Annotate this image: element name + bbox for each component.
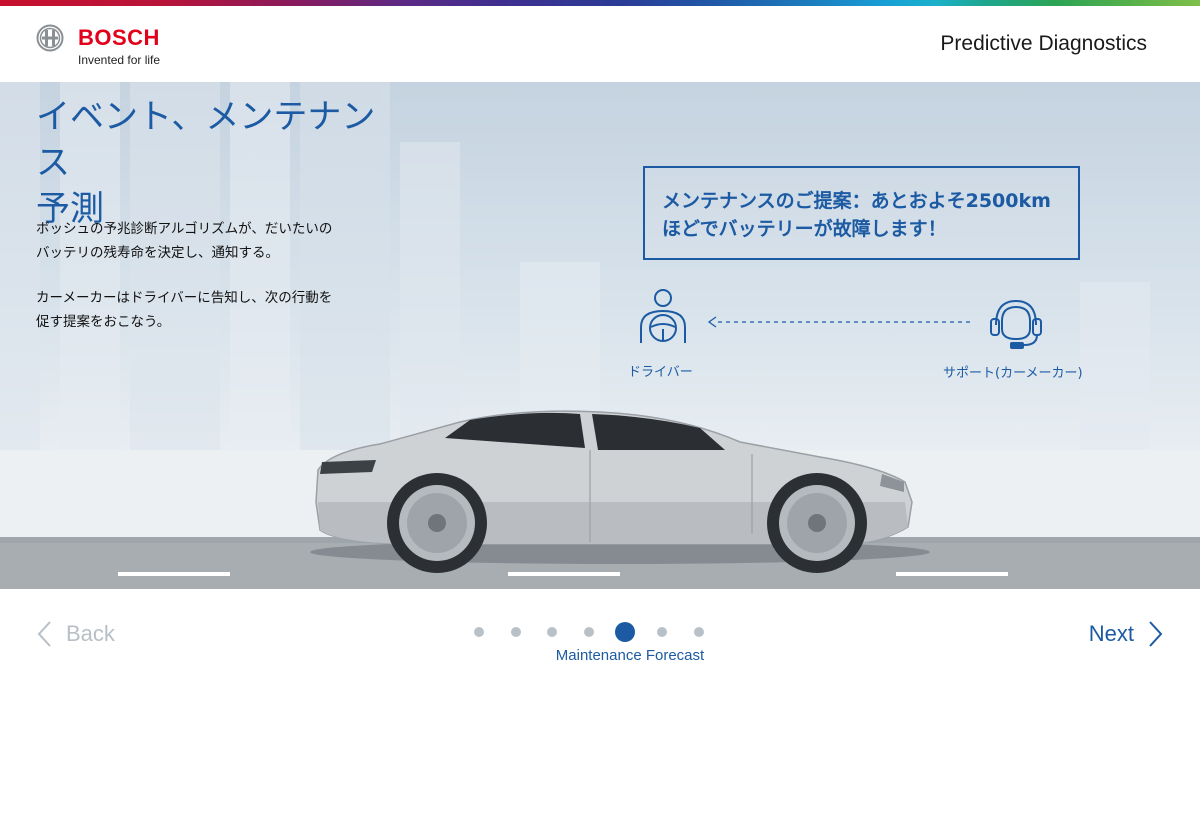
back-button[interactable]: Back [36,617,115,651]
paragraph-2-line-2: 促す提案をおこなう。 [36,314,171,330]
driver-label: ドライバー [628,365,693,380]
maintenance-alert-text: メンテナンスのご提案：あとおよそ2500km ほどでバッテリーが故障します！ [662,187,1072,243]
description-paragraph-1: ボッシュの予兆診断アルゴリズムが、だいたいの バッテリの残寿命を決定し、通知する… [36,217,366,265]
next-button[interactable]: Next [1089,617,1164,651]
bosch-logo[interactable]: BOSCH Invented for life [36,24,176,67]
pagination-dot-2[interactable] [510,627,521,637]
brand-tagline: Invented for life [78,53,161,67]
pagination-dot-6[interactable] [657,627,667,637]
description-paragraph-2: カーメーカーはドライバーに告知し、次の行動を 促す提案をおこなう。 [36,286,366,334]
maintenance-alert-box: メンテナンスのご提案：あとおよそ2500km ほどでバッテリーが故障します！ [643,166,1080,260]
pagination-dot-5-active[interactable] [615,622,635,642]
back-button-label: Back [66,621,115,646]
next-button-label: Next [1088,621,1134,646]
brand-name: BOSCH [78,25,160,50]
chevron-left-icon [37,621,51,647]
alert-line-2: ほどでバッテリーが故障します！ [662,218,947,240]
bosch-armature-icon [36,24,64,52]
slide-navigation: Back Maintenance Forecast Next [0,589,1200,823]
heading-line-1: イベント、メンテナンス [36,97,376,183]
driver-steering-wheel-icon [640,289,686,343]
paragraph-2-line-1: カーメーカーはドライバーに告知し、次の行動を [36,290,333,306]
app-title: Predictive Diagnostics [940,32,1147,55]
alert-line-1: メンテナンスのご提案：あとおよそ2500km [662,190,1051,212]
header: BOSCH Invented for life Predictive Diagn… [0,6,1200,82]
support-label: サポート(カーメーカー) [943,366,1083,381]
slide-heading: イベント、メンテナンス 予測 [36,94,396,232]
paragraph-1-line-1: ボッシュの予兆診断アルゴリズムが、だいたいの [36,221,333,237]
paragraph-1-line-2: バッテリの残寿命を決定し、通知する。 [36,245,279,261]
current-step-label: Maintenance Forecast [555,647,705,664]
headset-support-icon [990,299,1042,349]
pagination-dot-1[interactable] [474,627,484,637]
pagination-dot-3[interactable] [547,627,557,637]
pagination-dots [474,622,704,642]
scene-illustration: イベント、メンテナンス 予測 ボッシュの予兆診断アルゴリズムが、だいたいの バッ… [0,82,1200,589]
pagination-dot-4[interactable] [583,627,594,637]
chevron-right-icon [1149,621,1163,647]
pagination-dot-7[interactable] [693,627,704,637]
